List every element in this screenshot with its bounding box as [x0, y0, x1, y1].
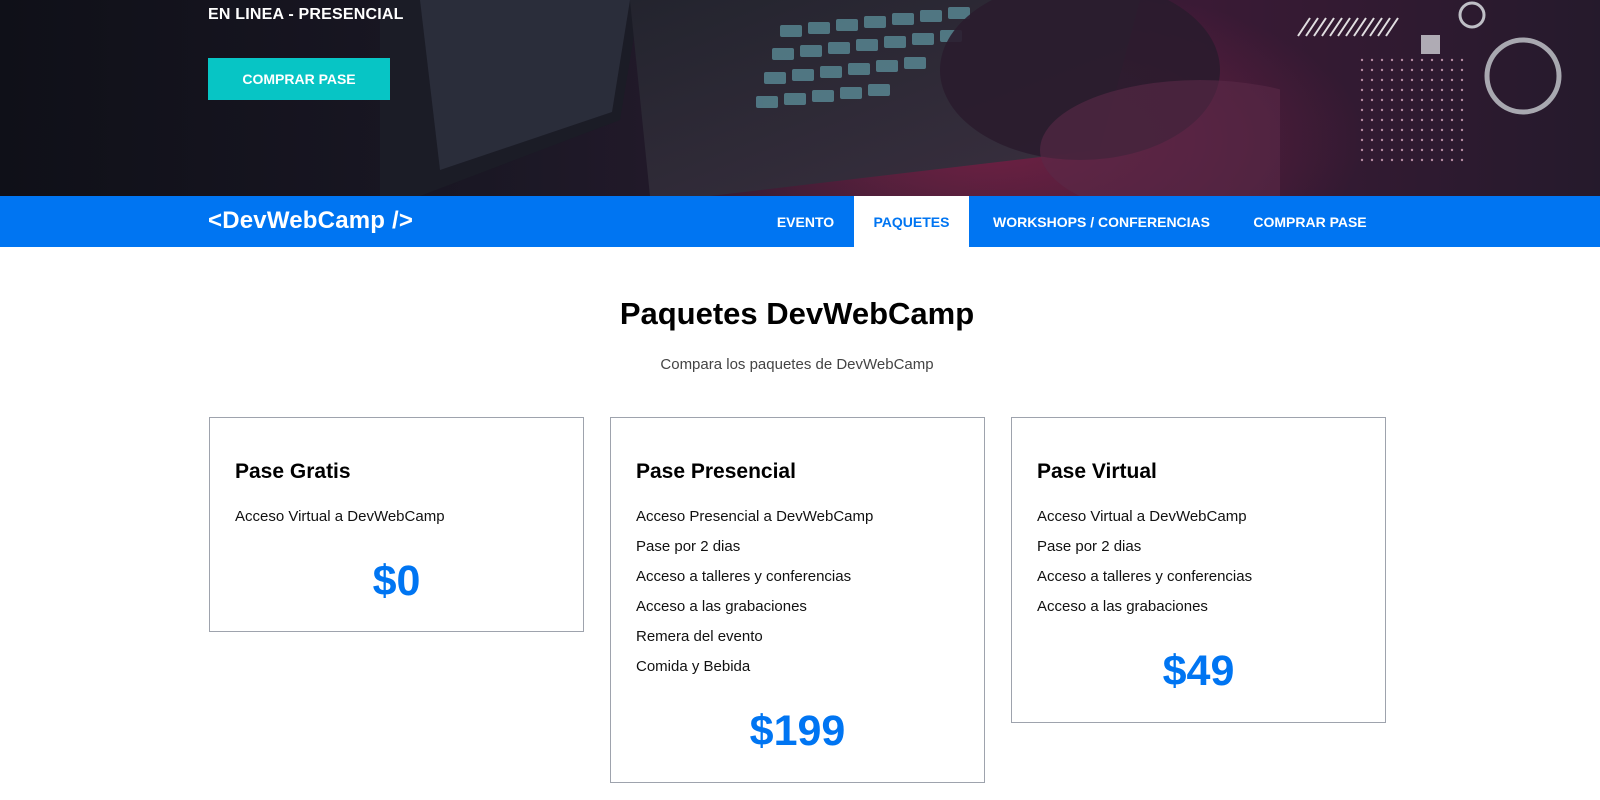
- package-card-gratis: Pase Gratis Acceso Virtual a DevWebCamp …: [209, 417, 584, 632]
- dot-grid-decoration-icon: [1360, 58, 1470, 168]
- hero-buy-pass-button[interactable]: COMPRAR PASE: [208, 58, 390, 100]
- stripes-decoration-icon: [1297, 17, 1399, 37]
- site-logo[interactable]: <DevWebCamp />: [208, 207, 413, 235]
- package-card-presencial: Pase Presencial Acceso Presencial a DevW…: [610, 417, 985, 783]
- package-price: $199: [749, 707, 846, 755]
- package-feature: Pase por 2 dias: [1037, 538, 1142, 555]
- package-price: $0: [372, 557, 421, 605]
- package-feature: Remera del evento: [636, 628, 763, 645]
- hero-banner: EN LINEA - PRESENCIAL COMPRAR PASE: [0, 0, 1600, 196]
- hero-kicker-text: EN LINEA - PRESENCIAL: [208, 6, 404, 23]
- nav-item-paquetes[interactable]: PAQUETES: [854, 196, 969, 247]
- small-ring-icon: [1458, 1, 1486, 29]
- square-decoration-icon: [1421, 35, 1440, 54]
- package-feature: Acceso Virtual a DevWebCamp: [1037, 508, 1247, 525]
- package-title: Pase Gratis: [235, 460, 351, 483]
- package-card-virtual: Pase Virtual Acceso Virtual a DevWebCamp…: [1011, 417, 1386, 723]
- main-navbar: <DevWebCamp /> EVENTO PAQUETES WORKSHOPS…: [0, 196, 1600, 247]
- page-subtitle: Compara los paquetes de DevWebCamp: [660, 356, 934, 373]
- package-feature: Comida y Bebida: [636, 658, 751, 675]
- package-feature: Pase por 2 dias: [636, 538, 741, 555]
- nav-item-workshops[interactable]: WORKSHOPS / CONFERENCIAS: [969, 196, 1234, 247]
- package-feature: Acceso a talleres y conferencias: [1037, 568, 1253, 585]
- nav-item-comprar-pase[interactable]: COMPRAR PASE: [1234, 196, 1386, 247]
- package-price: $49: [1162, 647, 1235, 695]
- large-ring-icon: [1484, 37, 1562, 115]
- page-title: Paquetes DevWebCamp: [619, 296, 975, 331]
- hero-laptop-image: [380, 0, 1280, 196]
- package-title: Pase Virtual: [1037, 460, 1157, 483]
- package-feature: Acceso a talleres y conferencias: [636, 568, 852, 585]
- nav-item-evento[interactable]: EVENTO: [758, 196, 853, 247]
- package-feature: Acceso a las grabaciones: [636, 598, 807, 615]
- package-feature: Acceso a las grabaciones: [1037, 598, 1208, 615]
- package-feature: Acceso Virtual a DevWebCamp: [235, 508, 445, 525]
- package-feature: Acceso Presencial a DevWebCamp: [636, 508, 874, 525]
- package-title: Pase Presencial: [636, 460, 796, 483]
